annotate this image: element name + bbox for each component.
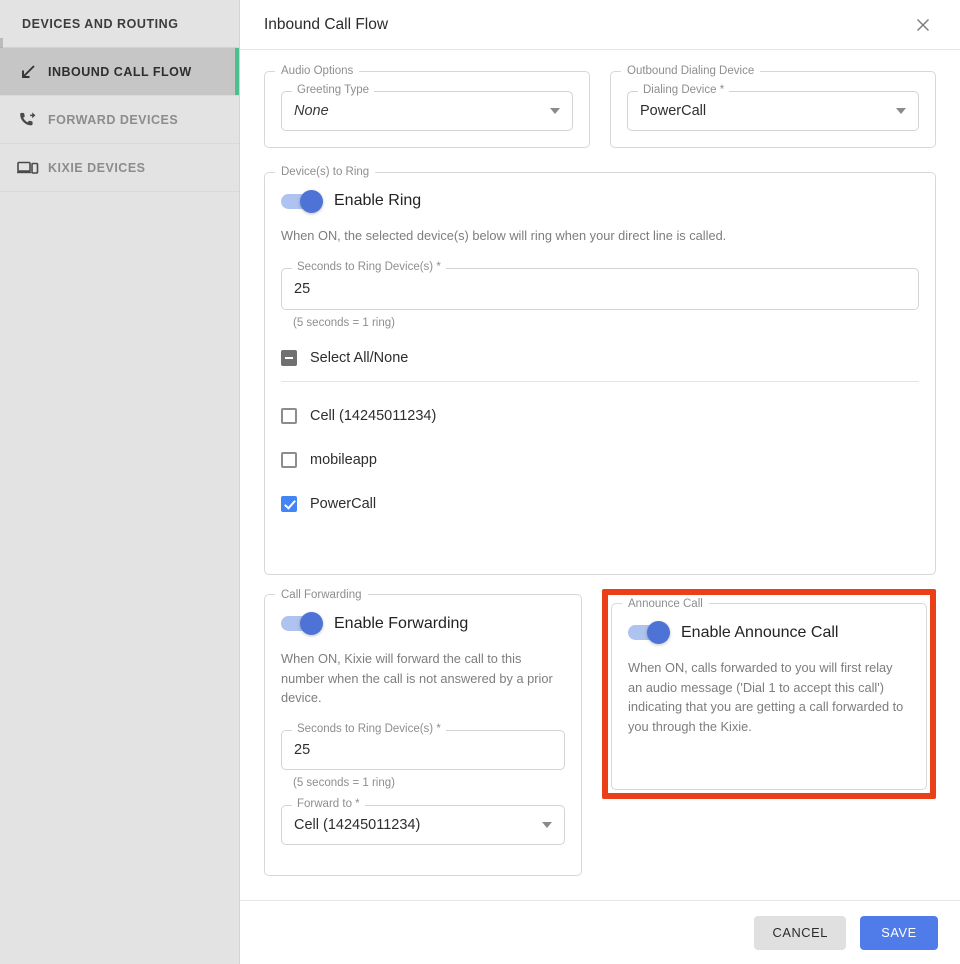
- sidebar-item-label: KIXIE DEVICES: [48, 160, 146, 175]
- select-all-checkbox[interactable]: [281, 349, 297, 366]
- audio-options-group: Audio Options Greeting Type None: [264, 65, 590, 148]
- enable-forwarding-description: When ON, Kixie will forward the call to …: [281, 650, 553, 706]
- devices-icon: [10, 155, 46, 181]
- device-label: PowerCall: [310, 495, 377, 512]
- chevron-down-icon: [550, 108, 560, 114]
- greeting-type-value: None: [294, 103, 329, 119]
- announce-call-content: Enable Announce Call When ON, calls forw…: [612, 610, 926, 789]
- main-panel: Inbound Call Flow Audio Options Greeting…: [240, 0, 960, 964]
- call-forwarding-spacer: [281, 845, 565, 857]
- enable-announce-call-toggle[interactable]: [628, 621, 670, 645]
- seconds-to-ring-value: 25: [294, 280, 311, 297]
- inbound-call-flow-screen: DEVICES AND ROUTING INBOUND CALL FLOW FO…: [0, 0, 960, 964]
- audio-options-legend: Audio Options: [281, 65, 354, 77]
- sidebar-header: DEVICES AND ROUTING: [0, 0, 239, 48]
- dialing-device-select[interactable]: Dialing Device * PowerCall: [627, 84, 919, 131]
- sidebar-item-kixie-devices[interactable]: KIXIE DEVICES: [0, 144, 239, 192]
- device-list-spacer: [281, 526, 919, 554]
- devices-to-ring-content: Enable Ring When ON, the selected device…: [265, 178, 935, 574]
- select-all-row[interactable]: Select All/None: [281, 343, 919, 373]
- sidebar-item-forward-devices[interactable]: FORWARD DEVICES: [0, 96, 239, 144]
- greeting-type-select[interactable]: Greeting Type None: [281, 84, 573, 131]
- enable-ring-description: When ON, the selected device(s) below wi…: [281, 228, 727, 243]
- audio-options-content: Greeting Type None: [265, 77, 589, 147]
- seconds-to-ring-hint: (5 seconds = 1 ring): [293, 316, 395, 329]
- announce-call-highlight: Announce Call Enable Announce Call When …: [602, 588, 936, 800]
- select-all-label: Select All/None: [310, 349, 409, 366]
- dialing-device-label: Dialing Device *: [638, 84, 730, 96]
- panel-body: Audio Options Greeting Type None Outboun…: [240, 51, 960, 899]
- forward-to-select[interactable]: Forward to * Cell (14245011234): [281, 798, 565, 846]
- inbound-arrow-icon: [10, 59, 46, 85]
- enable-announce-call-label: Enable Announce Call: [681, 623, 839, 641]
- device-list-divider: [281, 380, 919, 382]
- forwarding-row: Call Forwarding Enable Forwarding When O…: [264, 588, 936, 877]
- forward-to-value: Cell (14245011234): [294, 817, 421, 834]
- panel-header: Inbound Call Flow: [240, 0, 960, 50]
- outbound-dialing-device-legend: Outbound Dialing Device: [627, 65, 755, 77]
- devices-to-ring-group: Device(s) to Ring Enable Ring When ON, t…: [264, 166, 936, 575]
- chevron-down-icon: [542, 822, 552, 829]
- device-row-cell[interactable]: Cell (14245011234): [281, 394, 919, 438]
- toggle-knob: [647, 621, 670, 645]
- sidebar-item-inbound-call-flow[interactable]: INBOUND CALL FLOW: [0, 48, 239, 96]
- call-forwarding-group: Call Forwarding Enable Forwarding When O…: [264, 588, 582, 877]
- top-options-row: Audio Options Greeting Type None Outboun…: [264, 65, 936, 148]
- enable-forwarding-toggle[interactable]: [281, 612, 323, 636]
- page-title: Inbound Call Flow: [264, 15, 389, 33]
- enable-ring-label: Enable Ring: [334, 192, 422, 209]
- device-checkbox[interactable]: [281, 495, 297, 512]
- forwarding-seconds-input[interactable]: Seconds to Ring Device(s) * 25: [281, 723, 565, 771]
- device-label: mobileapp: [310, 451, 377, 468]
- greeting-type-label: Greeting Type: [292, 84, 375, 96]
- enable-ring-toggle[interactable]: [281, 189, 323, 213]
- panel-footer: CANCEL SAVE: [240, 900, 960, 964]
- sidebar: DEVICES AND ROUTING INBOUND CALL FLOW FO…: [0, 0, 240, 964]
- close-icon[interactable]: [908, 10, 938, 40]
- outbound-dialing-device-content: Dialing Device * PowerCall: [611, 77, 935, 147]
- forward-to-label: Forward to *: [292, 798, 365, 811]
- sidebar-item-label: FORWARD DEVICES: [48, 112, 179, 127]
- cancel-button[interactable]: CANCEL: [754, 915, 846, 950]
- forwarding-seconds-value: 25: [294, 742, 311, 759]
- enable-announce-call-description: When ON, calls forwarded to you will fir…: [628, 659, 904, 735]
- device-row-powercall[interactable]: PowerCall: [281, 482, 919, 526]
- chevron-down-icon: [896, 108, 906, 114]
- phone-forward-icon: [10, 107, 46, 133]
- enable-forwarding-row: Enable Forwarding: [281, 612, 565, 636]
- seconds-to-ring-input[interactable]: Seconds to Ring Device(s) * 25: [281, 260, 919, 310]
- dialing-device-value: PowerCall: [640, 103, 707, 119]
- device-checkbox[interactable]: [281, 407, 297, 424]
- save-button[interactable]: SAVE: [860, 915, 938, 950]
- device-row-mobileapp[interactable]: mobileapp: [281, 438, 919, 482]
- outbound-dialing-device-group: Outbound Dialing Device Dialing Device *…: [610, 65, 936, 148]
- sidebar-item-label: INBOUND CALL FLOW: [48, 64, 192, 79]
- device-label: Cell (14245011234): [310, 407, 437, 424]
- call-forwarding-legend: Call Forwarding: [281, 588, 362, 601]
- toggle-knob: [300, 189, 323, 213]
- forwarding-seconds-label: Seconds to Ring Device(s) *: [292, 723, 446, 736]
- announce-call-legend: Announce Call: [628, 597, 703, 610]
- announce-call-group: Announce Call Enable Announce Call When …: [611, 597, 927, 791]
- enable-announce-call-row: Enable Announce Call: [628, 621, 910, 645]
- announce-call-spacer: [628, 737, 910, 771]
- enable-forwarding-label: Enable Forwarding: [334, 614, 469, 632]
- toggle-knob: [300, 612, 323, 636]
- call-forwarding-content: Enable Forwarding When ON, Kixie will fo…: [265, 601, 581, 875]
- devices-to-ring-legend: Device(s) to Ring: [281, 166, 370, 178]
- forwarding-seconds-hint: (5 seconds = 1 ring): [293, 777, 395, 790]
- enable-ring-row: Enable Ring: [281, 189, 919, 213]
- seconds-to-ring-label: Seconds to Ring Device(s) *: [292, 260, 446, 273]
- device-checkbox[interactable]: [281, 451, 297, 468]
